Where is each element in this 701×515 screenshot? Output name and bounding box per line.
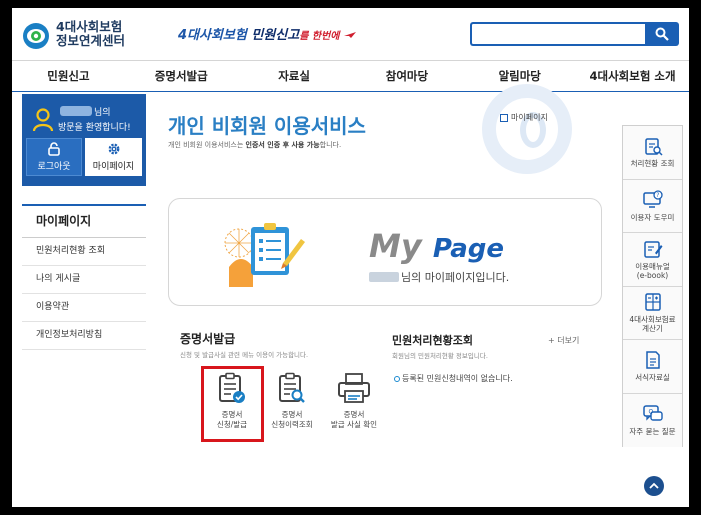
user-icon (32, 108, 54, 132)
search-box (470, 22, 650, 46)
faq-chat-icon: Q (642, 405, 663, 421)
main-nav: 민원신고 증명서발급 자료실 참여마당 알림마당 4대사회보험 소개 (12, 60, 689, 93)
subtitle-post: 합니다. (319, 141, 342, 149)
quick-label-3b: (e-book) (636, 270, 669, 280)
banner-text-4: 한번에 (311, 31, 340, 42)
breadcrumb-square-icon (500, 113, 508, 122)
cert-history-label-1: 증명서 (281, 410, 303, 419)
wordmark-page: Page (432, 234, 505, 264)
status-empty-message: 등록된 민원신청내역이 없습니다. (402, 374, 513, 383)
sidebar-menu: 마이페이지 민원처리현황 조회 나의 게시글 이용약관 개인정보처리방침 (22, 204, 146, 350)
quick-item-calculator[interactable]: 4대사회보험료 계산기 (623, 286, 682, 340)
document-icon (645, 351, 660, 369)
search-icon (655, 27, 669, 41)
cert-history-button[interactable]: 증명서 신청이력조회 (257, 372, 327, 430)
site-header: 4대사회보험 정보연계센터 4대사회보험 민원신고를 한번에 (12, 8, 689, 60)
search-button[interactable] (645, 22, 679, 46)
header-banner: 4대사회보험 민원신고를 한번에 (178, 24, 357, 43)
cert-verify-button[interactable]: 증명서 발급 사실 확인 (319, 372, 389, 430)
logo-line-1: 4대사회보험 (56, 19, 123, 34)
gear-icon (108, 143, 119, 155)
status-section-subtitle: 회원님의 민원처리현황 정보입니다. (392, 352, 488, 360)
page-subtitle: 개인 비회원 이용서비스는 인증서 인증 후 사용 가능합니다. (168, 140, 341, 150)
quick-item-forms[interactable]: 서식자료실 (623, 340, 682, 394)
page-title: 개인 비회원 이용서비스 (168, 114, 366, 138)
banner-name-redacted (369, 272, 399, 282)
logout-label: 로그아웃 (37, 162, 71, 172)
subtitle-pre: 개인 비회원 이용서비스는 (168, 141, 246, 149)
nav-item-participation[interactable]: 참여마당 (350, 61, 463, 91)
quick-label-3a: 이용매뉴얼 (635, 261, 670, 271)
search-input[interactable] (472, 25, 650, 46)
sidebar-item-privacy[interactable]: 개인정보처리방침 (22, 322, 146, 350)
book-pen-icon (643, 241, 662, 258)
logout-button[interactable]: 로그아웃 (26, 138, 82, 176)
quick-label-4b: 계산기 (642, 324, 663, 334)
mypage-wordmark: My Page (369, 227, 504, 265)
sidebar-item-status[interactable]: 민원처리현황 조회 (22, 238, 146, 266)
greeting-suffix: 님의 (94, 108, 111, 118)
quick-label-4a: 4대사회보험료 (629, 315, 676, 325)
mypage-button[interactable]: 마이페이지 (85, 138, 142, 176)
sidebar-item-terms[interactable]: 이용약관 (22, 294, 146, 322)
status-section-title: 민원처리현황조회 (392, 334, 473, 347)
logo-icon[interactable] (22, 22, 50, 50)
breadcrumb-label: 마이페이지 (511, 113, 548, 122)
clipboard-search-icon (644, 138, 663, 156)
browser-page: 4대사회보험 정보연계센터 4대사회보험 민원신고를 한번에 민원신고 증명서발… (12, 8, 689, 507)
nav-item-minwon[interactable]: 민원신고 (12, 61, 125, 91)
cert-verify-label-2: 발급 사실 확인 (330, 420, 378, 429)
greeting-text: 방문을 환영합니다! (58, 123, 131, 133)
mypage-label: 마이페이지 (92, 162, 135, 172)
document-search-icon (279, 372, 305, 403)
svg-text:?: ? (656, 192, 659, 199)
cert-menu: 증명서 신청/발급 증명서 신청이력조회 증명서 발급 사실 확인 (168, 366, 389, 448)
banner-text-3: 를 (299, 31, 312, 42)
breadcrumb[interactable]: 마이페이지 (500, 112, 548, 123)
more-link[interactable]: + 더보기 (548, 335, 579, 346)
document-illustration-icon (224, 223, 305, 287)
nav-item-resources[interactable]: 자료실 (238, 61, 351, 91)
cert-verify-label-1: 증명서 (343, 410, 365, 419)
lock-icon (48, 142, 60, 156)
quick-item-manual[interactable]: 이용매뉴얼 (e-book) (623, 233, 682, 287)
quick-label-2a: 이용자 도우미 (630, 212, 675, 222)
chevron-up-icon (649, 482, 659, 489)
help-monitor-icon: ? (642, 190, 663, 208)
banner-text-1: 4대사회보험 (178, 28, 252, 43)
nav-item-about[interactable]: 4대사회보험 소개 (576, 61, 689, 91)
banner-text-2: 민원신고 (251, 28, 300, 43)
subtitle-bold: 인증서 인증 후 사용 가능 (245, 141, 320, 149)
cert-history-label-2: 신청이력조회 (271, 420, 313, 429)
mypage-greeting: 님의 마이페이지입니다. (401, 271, 510, 284)
quick-item-helper[interactable]: ? 이용자 도우미 (623, 179, 682, 233)
quick-item-status[interactable]: 처리현황 조회 (623, 126, 682, 180)
highlight-box (201, 366, 264, 442)
quick-label-1a: 처리현황 조회 (630, 159, 675, 169)
sidebar-title: 마이페이지 (22, 204, 146, 238)
quick-label-5a: 서식자료실 (635, 373, 670, 383)
mypage-banner: My Page 님의 마이페이지입니다. (168, 198, 602, 306)
bullet-icon (394, 376, 400, 382)
wordmark-my: My (369, 227, 422, 265)
quick-menu: 처리현황 조회 ? 이용자 도우미 이용매뉴얼 (e-book) 4대사회보험료… (622, 125, 683, 447)
svg-text:Q: Q (648, 409, 653, 416)
calculator-icon (644, 293, 661, 311)
site-logo-text[interactable]: 4대사회보험 정보연계센터 (56, 20, 125, 48)
user-name-redacted (60, 106, 92, 116)
logo-line-2: 정보연계센터 (56, 33, 126, 48)
nav-item-cert[interactable]: 증명서발급 (125, 61, 238, 91)
airplane-icon (344, 32, 357, 38)
user-welcome-box: 님의 방문을 환영합니다! 로그아웃 마이페이지 (22, 94, 146, 186)
cert-section-title: 증명서발급 (180, 332, 236, 346)
scroll-top-button[interactable] (644, 476, 664, 496)
printer-icon (338, 373, 370, 403)
sidebar-item-my-posts[interactable]: 나의 게시글 (22, 266, 146, 294)
cert-section-subtitle: 신청 및 발급사실 관련 메뉴 이용이 가능합니다. (180, 351, 309, 359)
quick-item-faq[interactable]: Q 자주 묻는 질문 (623, 393, 682, 447)
quick-label-6a: 자주 묻는 질문 (629, 427, 676, 437)
